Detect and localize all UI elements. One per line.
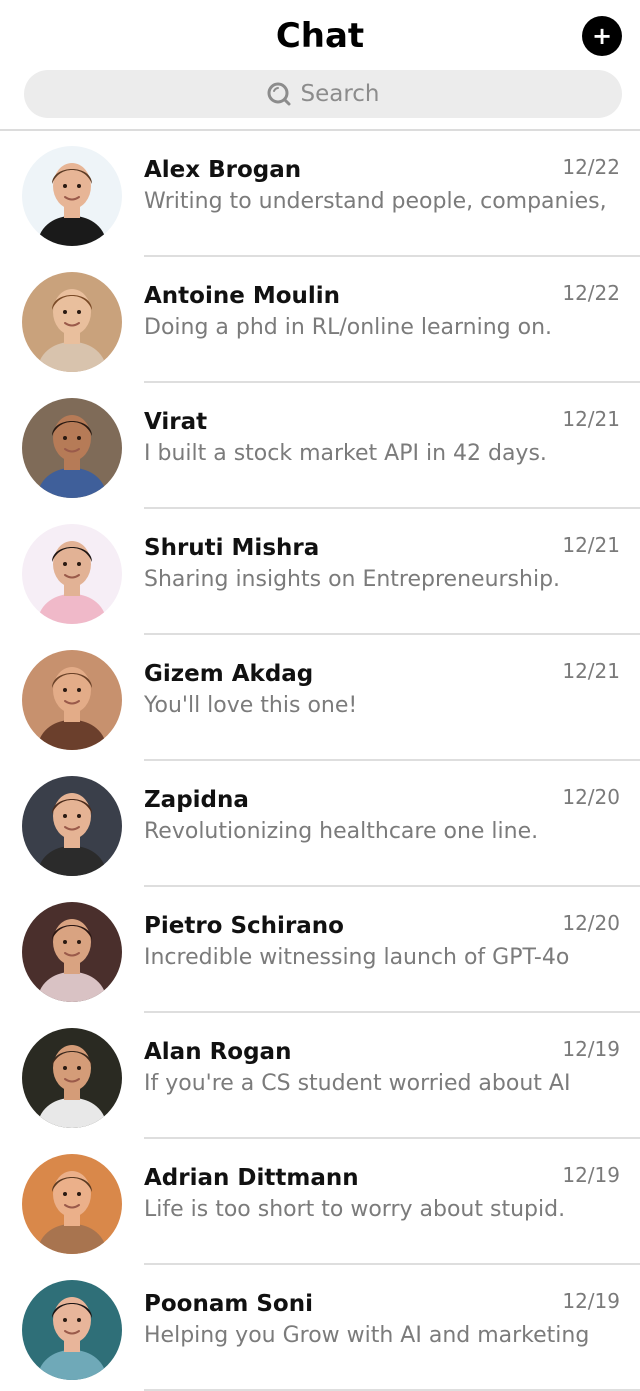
- contact-name: Poonam Soni: [144, 1291, 313, 1317]
- message-date: 12/20: [562, 911, 620, 935]
- chat-list-item[interactable]: Virat 12/21 I built a stock market API in …: [0, 383, 640, 509]
- search-input[interactable]: Search: [24, 70, 622, 118]
- chat-list-item[interactable]: Alex Brogan 12/22 Writing to understand pe…: [0, 131, 640, 257]
- message-date: 12/19: [562, 1289, 620, 1313]
- message-preview: Writing to understand people, companies,: [144, 189, 607, 214]
- avatar[interactable]: [22, 398, 122, 498]
- avatar[interactable]: [22, 1154, 122, 1254]
- message-date: 12/19: [562, 1163, 620, 1187]
- message-date: 12/21: [562, 533, 620, 557]
- chat-list-item[interactable]: Poonam Soni 12/19 Helping you Grow with AI…: [0, 1265, 640, 1391]
- message-date: 12/19: [562, 1037, 620, 1061]
- avatar[interactable]: [22, 272, 122, 372]
- message-preview: I built a stock market API in 42 days.: [144, 441, 547, 466]
- contact-name: Alex Brogan: [144, 157, 302, 183]
- avatar[interactable]: [22, 1028, 122, 1128]
- chat-list-item[interactable]: Zapidna 12/20 Revolutionizing healthcare o…: [0, 761, 640, 887]
- avatar[interactable]: [22, 146, 122, 246]
- chat-list-item[interactable]: Adrian Dittmann 12/19 Life is too short to…: [0, 1139, 640, 1265]
- message-preview: You'll love this one!: [144, 693, 358, 718]
- avatar[interactable]: [22, 902, 122, 1002]
- message-preview: Revolutionizing healthcare one line.: [144, 819, 539, 844]
- chat-list-item[interactable]: Shruti Mishra 12/21 Sharing insights on En…: [0, 509, 640, 635]
- message-preview: Incredible witnessing launch of GPT-4o: [144, 945, 570, 970]
- chat-header: Chat + Search: [0, 0, 640, 131]
- chat-list-item[interactable]: Antoine Moulin 12/22 Doing a phd in RL/onl…: [0, 257, 640, 383]
- message-date: 12/21: [562, 659, 620, 683]
- contact-name: Virat: [144, 409, 208, 435]
- search-placeholder: Search: [300, 81, 380, 107]
- new-chat-button[interactable]: +: [582, 16, 622, 56]
- search-icon: [266, 81, 292, 107]
- avatar[interactable]: [22, 650, 122, 750]
- message-preview: If you're a CS student worried about AI: [144, 1071, 571, 1096]
- message-preview: Doing a phd in RL/online learning on.: [144, 315, 552, 340]
- contact-name: Pietro Schirano: [144, 913, 344, 939]
- contact-name: Shruti Mishra: [144, 535, 320, 561]
- contact-name: Gizem Akdag: [144, 661, 314, 687]
- avatar[interactable]: [22, 776, 122, 876]
- chat-list: Alex Brogan 12/22 Writing to understand pe…: [0, 131, 640, 1391]
- chat-list-item[interactable]: Gizem Akdag 12/21 You'll love this one!: [0, 635, 640, 761]
- contact-name: Alan Rogan: [144, 1039, 292, 1065]
- message-date: 12/21: [562, 407, 620, 431]
- chat-list-item[interactable]: Alan Rogan 12/19 If you're a CS student wo…: [0, 1013, 640, 1139]
- contact-name: Zapidna: [144, 787, 249, 813]
- contact-name: Antoine Moulin: [144, 283, 341, 309]
- message-date: 12/22: [562, 281, 620, 305]
- contact-name: Adrian Dittmann: [144, 1165, 359, 1191]
- message-preview: Sharing insights on Entrepreneurship.: [144, 567, 561, 592]
- message-preview: Life is too short to worry about stupid.: [144, 1197, 566, 1222]
- message-date: 12/22: [562, 155, 620, 179]
- avatar[interactable]: [22, 1280, 122, 1380]
- message-preview: Helping you Grow with AI and marketing: [144, 1323, 590, 1348]
- message-date: 12/20: [562, 785, 620, 809]
- chat-list-item[interactable]: Pietro Schirano 12/20 Incredible witnessin…: [0, 887, 640, 1013]
- page-title: Chat: [275, 16, 365, 56]
- avatar[interactable]: [22, 524, 122, 624]
